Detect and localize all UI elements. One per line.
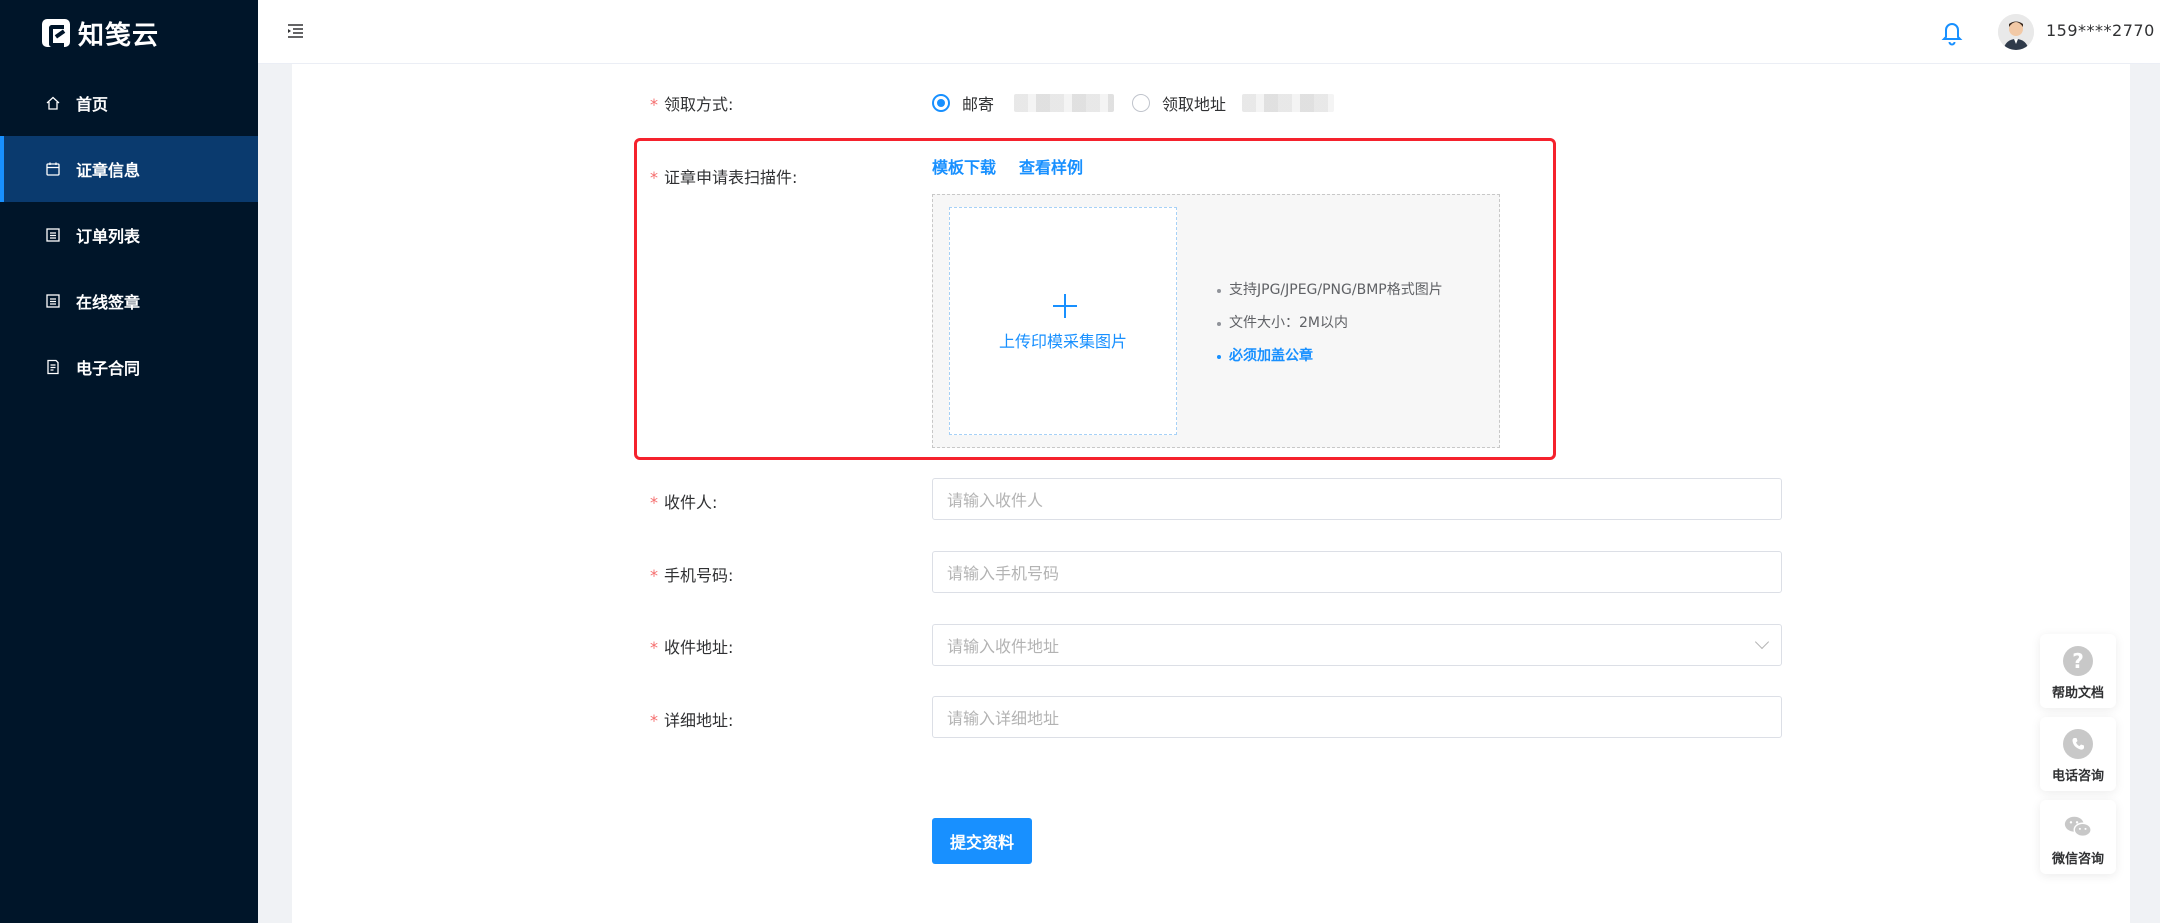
submit-button[interactable]: 提交资料 [932, 818, 1032, 864]
sidebar: 知笺云 首页 证章信息 订单列表 在线签章 电子合同 [0, 0, 258, 923]
radio-mail[interactable]: 邮寄 [932, 91, 994, 115]
detail-address-label: * 详细地址: [650, 711, 734, 730]
upload-tip-required-seal: 必须加盖公章 [1217, 345, 1313, 365]
list-icon [44, 226, 62, 244]
plus-icon [1053, 294, 1077, 318]
address-select[interactable]: 请输入收件地址 [932, 624, 1782, 666]
bell-icon[interactable] [1938, 17, 1966, 47]
view-sample-link[interactable]: 查看样例 [1019, 154, 1083, 178]
username[interactable]: 159****2770 [2046, 21, 2155, 40]
wechat-consult-button[interactable]: 微信咨询 [2040, 800, 2116, 874]
sidebar-item-order-list[interactable]: 订单列表 [0, 202, 258, 268]
phone-input[interactable]: 请输入手机号码 [932, 551, 1782, 593]
sidebar-item-home[interactable]: 首页 [0, 70, 258, 136]
help-docs-button[interactable]: ? 帮助文档 [2040, 634, 2116, 708]
chevron-down-icon [1754, 634, 1770, 650]
radio-circle [932, 94, 950, 112]
phone-icon [2063, 729, 2093, 759]
logo-text: 知笺云 [78, 20, 160, 51]
calendar-icon [44, 160, 62, 178]
template-download-link[interactable]: 模板下载 [932, 154, 996, 178]
top-header: 159****2770 [258, 0, 2160, 64]
upload-area: 上传印模采集图片 支持JPG/JPEG/PNG/BMP格式图片 文件大小：2M以… [932, 194, 1500, 448]
list-icon [44, 292, 62, 310]
scan-file-label: * 证章申请表扫描件: [650, 168, 798, 187]
blurred-text [1242, 94, 1334, 112]
upload-button[interactable]: 上传印模采集图片 [949, 207, 1177, 435]
logo-icon [42, 19, 70, 47]
radio-pickup-address[interactable]: 领取地址 [1132, 91, 1226, 115]
blurred-text [1014, 94, 1114, 112]
menu-fold-icon[interactable] [286, 22, 306, 40]
recipient-label: * 收件人: [650, 493, 718, 512]
sidebar-item-e-contract[interactable]: 电子合同 [0, 334, 258, 400]
sidebar-item-label: 电子合同 [76, 359, 141, 378]
home-icon [44, 94, 62, 112]
upload-tip: 文件大小：2M以内 [1217, 312, 1348, 332]
detail-address-input[interactable]: 请输入详细地址 [932, 696, 1782, 738]
upload-tip: 支持JPG/JPEG/PNG/BMP格式图片 [1217, 279, 1443, 299]
sidebar-item-label: 首页 [76, 95, 109, 114]
content-card: * 领取方式: 邮寄 领取地址 * 证章申请表扫描件: 模板下载 查看样例 上传印模… [292, 64, 2130, 923]
recipient-input[interactable]: 请输入收件人 [932, 478, 1782, 520]
sidebar-item-label: 订单列表 [76, 227, 141, 246]
wechat-icon [2063, 812, 2093, 842]
sidebar-item-online-sign[interactable]: 在线签章 [0, 268, 258, 334]
upload-text: 上传印模采集图片 [998, 332, 1127, 351]
sidebar-item-certificate-info[interactable]: 证章信息 [0, 136, 258, 202]
phone-label: * 手机号码: [650, 566, 734, 585]
avatar[interactable] [1998, 14, 2034, 50]
sidebar-item-label: 在线签章 [76, 293, 141, 312]
address-label: * 收件地址: [650, 638, 734, 657]
radio-circle [1132, 94, 1150, 112]
phone-consult-button[interactable]: 电话咨询 [2040, 717, 2116, 791]
pickup-method-label: * 领取方式: [650, 95, 734, 114]
sidebar-menu: 首页 证章信息 订单列表 在线签章 电子合同 [0, 70, 258, 400]
sidebar-item-label: 证章信息 [76, 161, 141, 180]
logo[interactable]: 知笺云 [42, 18, 159, 51]
question-icon: ? [2063, 646, 2093, 676]
document-icon [44, 358, 62, 376]
